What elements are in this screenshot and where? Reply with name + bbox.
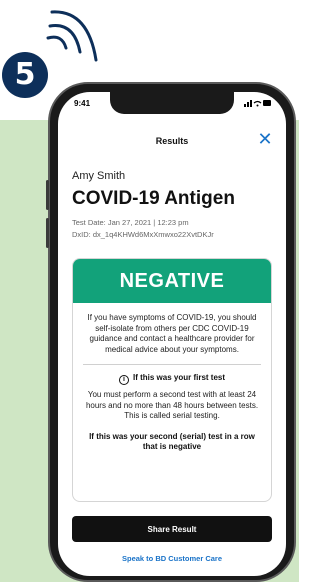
share-result-button[interactable]: Share Result <box>72 516 272 542</box>
phone-notch <box>110 92 234 114</box>
phone-side-button <box>46 218 49 248</box>
symptom-advice-text: If you have symptoms of COVID-19, you sh… <box>87 313 257 354</box>
cellular-signal-icon <box>244 100 252 107</box>
patient-name: Amy Smith <box>72 170 126 182</box>
wireless-signal-icon <box>46 10 98 62</box>
wifi-icon <box>253 100 262 107</box>
first-test-heading: If this was your first test <box>132 373 226 382</box>
status-icons <box>244 100 271 107</box>
divider <box>83 364 261 365</box>
status-time: 9:41 <box>74 99 91 108</box>
battery-icon <box>263 100 271 106</box>
info-icon: i <box>118 375 129 385</box>
page-title: Results <box>155 136 189 146</box>
phone-device: 9:41 Results ✕ Amy Smith COVID-19 Antige… <box>46 82 296 582</box>
result-body: If you have symptoms of COVID-19, you sh… <box>73 303 271 453</box>
close-icon[interactable]: ✕ <box>256 130 274 148</box>
phone-side-button <box>46 180 49 210</box>
result-status-badge: NEGATIVE <box>73 259 271 303</box>
test-dxid: DxID: dx_1q4KHWd6MxXmwxo22XvtDKJr <box>72 230 214 239</box>
step-number-badge: 5 <box>2 52 48 98</box>
first-test-heading-row: i If this was your first test <box>83 373 261 385</box>
phone-screen: 9:41 Results ✕ Amy Smith COVID-19 Antige… <box>58 92 286 576</box>
first-test-body: You must perform a second test with at l… <box>85 390 259 420</box>
result-card: NEGATIVE If you have symptoms of COVID-1… <box>72 258 272 502</box>
test-date: Test Date: Jan 27, 2021 | 12:23 pm <box>72 218 189 227</box>
test-name: COVID-19 Antigen <box>72 188 235 209</box>
second-test-heading: If this was your second (serial) test in… <box>89 431 255 452</box>
customer-care-link[interactable]: Speak to BD Customer Care <box>58 554 286 563</box>
